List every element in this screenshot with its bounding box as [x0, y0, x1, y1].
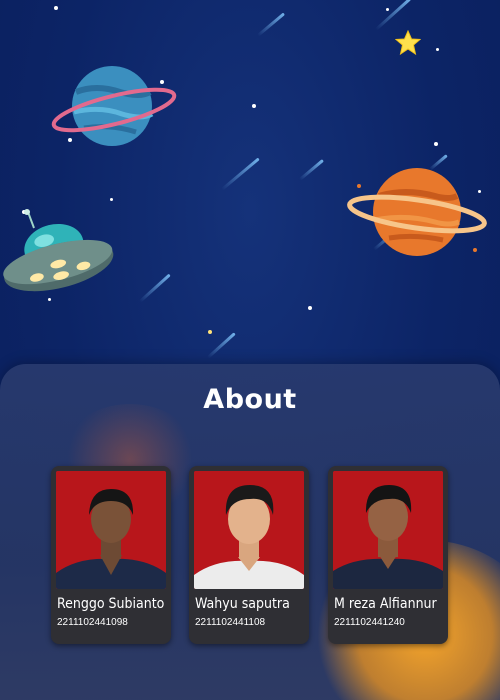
star-dot [252, 104, 256, 108]
member-name: M reza Alfiannur [334, 596, 437, 612]
member-card[interactable]: M reza Alfiannur 2211102441240 [328, 466, 448, 644]
meteor-icon [257, 12, 286, 37]
member-photo [194, 471, 304, 589]
member-id: 2211102441098 [57, 617, 128, 628]
member-photo [56, 471, 166, 589]
ufo-icon [3, 209, 114, 292]
member-photo [333, 471, 443, 589]
member-id: 2211102441108 [195, 617, 266, 628]
star-dot [436, 48, 439, 51]
star-dot [434, 142, 438, 146]
meteor-icon [221, 157, 260, 191]
meteor-icon [138, 273, 171, 303]
star-dot [110, 198, 113, 201]
meteor-icon [374, 0, 412, 31]
star-dot [208, 330, 212, 334]
yellow-star-icon [395, 30, 421, 56]
blue-planet-icon [51, 66, 177, 146]
member-card[interactable]: Wahyu saputra 2211102441108 [189, 466, 309, 644]
star-dot [54, 6, 58, 10]
star-dot [386, 8, 389, 11]
member-name: Wahyu saputra [195, 596, 290, 612]
meteor-icon [299, 159, 324, 181]
member-card[interactable]: Renggo Subianto 2211102441098 [51, 466, 171, 644]
member-id: 2211102441240 [334, 617, 405, 628]
member-name: Renggo Subianto [57, 596, 165, 612]
meteor-icon [206, 332, 236, 359]
about-title: About [203, 384, 297, 415]
orange-planet-icon [347, 168, 487, 256]
star-dot [308, 306, 312, 310]
